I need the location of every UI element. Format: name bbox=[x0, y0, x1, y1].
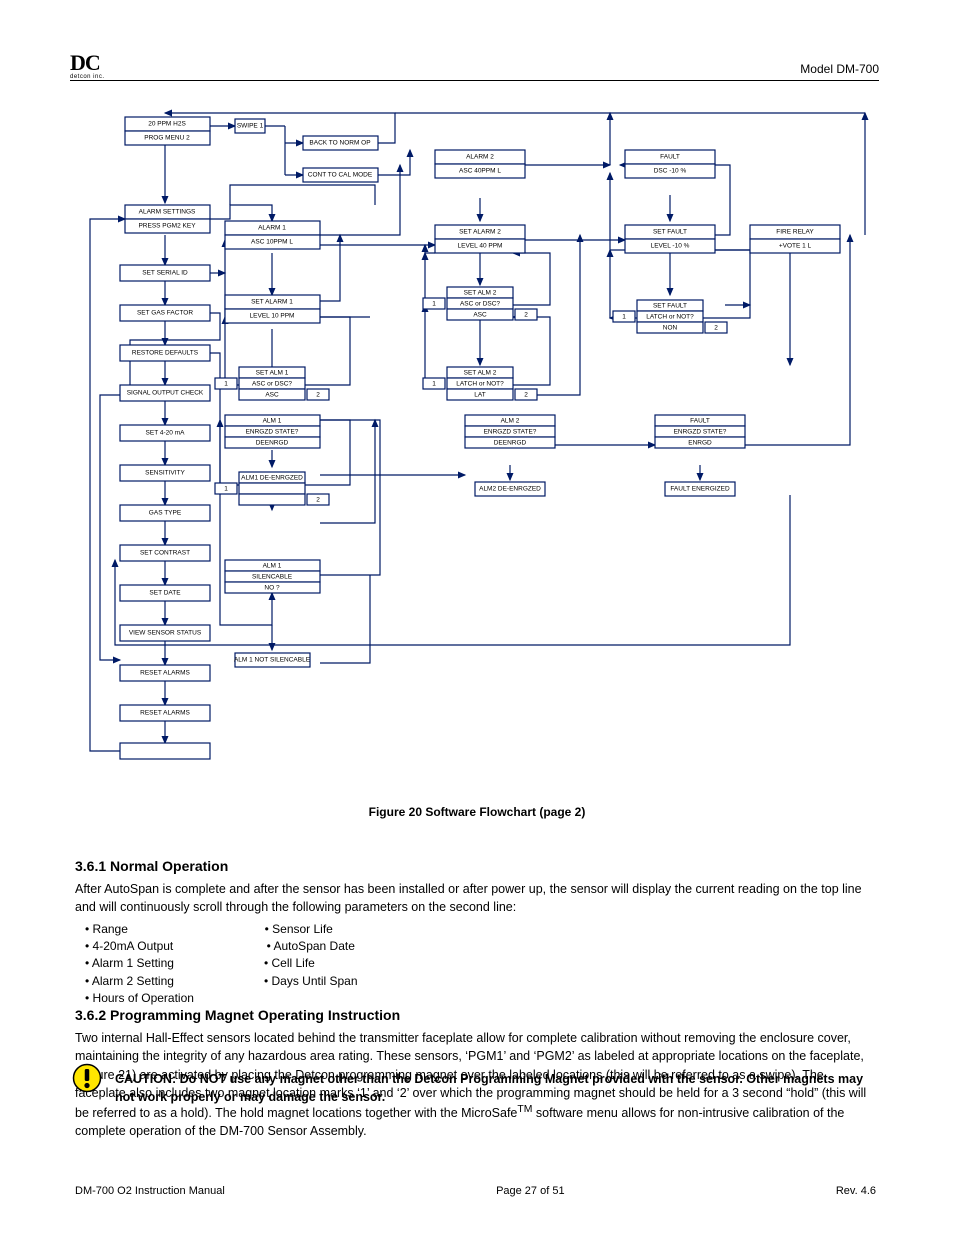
logo: DC detcon inc. bbox=[70, 50, 105, 80]
section-heading-magnet: 3.6.2 Programming Magnet Operating Instr… bbox=[75, 1005, 876, 1025]
svg-text:SET FAULT: SET FAULT bbox=[653, 303, 687, 310]
svg-text:1: 1 bbox=[224, 486, 228, 493]
svg-text:SET GAS FACTOR: SET GAS FACTOR bbox=[137, 310, 193, 317]
svg-text:RESET ALARMS: RESET ALARMS bbox=[140, 710, 190, 717]
svg-text:DSC -10 %: DSC -10 % bbox=[654, 168, 687, 175]
svg-text:SET ALM 2: SET ALM 2 bbox=[464, 370, 497, 377]
svg-text:1: 1 bbox=[224, 381, 228, 388]
page-footer: DM-700 O2 Instruction Manual Page 27 of … bbox=[75, 1185, 876, 1197]
svg-text:20 PPM H2S: 20 PPM H2S bbox=[148, 121, 186, 128]
section-heading-normal-operation: 3.6.1 Normal Operation bbox=[75, 856, 876, 876]
svg-text:LEVEL 40 PPM: LEVEL 40 PPM bbox=[458, 243, 503, 250]
svg-text:ASC 40PPM L: ASC 40PPM L bbox=[459, 168, 501, 175]
svg-text:FAULT: FAULT bbox=[690, 418, 710, 425]
svg-text:ENRGZD STATE?: ENRGZD STATE? bbox=[246, 429, 299, 436]
svg-text:SET ALARM 1: SET ALARM 1 bbox=[251, 299, 293, 306]
normal-operation-list: • Range • Sensor Life • 4-20mA Output • … bbox=[75, 921, 876, 1008]
svg-text:2: 2 bbox=[524, 312, 528, 319]
svg-text:FIRE RELAY: FIRE RELAY bbox=[776, 229, 814, 236]
svg-text:SET ALM 2: SET ALM 2 bbox=[464, 290, 497, 297]
svg-text:ENRGD: ENRGD bbox=[688, 440, 712, 447]
product-name: Model DM-700 bbox=[800, 62, 879, 76]
svg-text:ALARM 1: ALARM 1 bbox=[258, 225, 286, 232]
footer-right: Rev. 4.6 bbox=[836, 1185, 876, 1197]
svg-text:ALARM 2: ALARM 2 bbox=[466, 154, 494, 161]
header-rule bbox=[70, 80, 879, 81]
footer-center: Page 27 of 51 bbox=[496, 1185, 565, 1197]
caution-icon bbox=[72, 1063, 102, 1093]
svg-text:SENSITIVITY: SENSITIVITY bbox=[145, 470, 185, 477]
svg-text:1: 1 bbox=[432, 381, 436, 388]
svg-text:SIGNAL OUTPUT CHECK: SIGNAL OUTPUT CHECK bbox=[127, 390, 204, 397]
svg-text:FAULT ENERGIZED: FAULT ENERGIZED bbox=[670, 486, 730, 493]
caution-text: CAUTION: Do NOT use any magnet other tha… bbox=[115, 1070, 874, 1106]
svg-text:SILENCABLE: SILENCABLE bbox=[252, 574, 293, 581]
svg-text:RESTORE DEFAULTS: RESTORE DEFAULTS bbox=[132, 350, 199, 357]
svg-text:ENRGZD STATE?: ENRGZD STATE? bbox=[484, 429, 537, 436]
svg-text:ASC 10PPM L: ASC 10PPM L bbox=[251, 239, 293, 246]
svg-text:FAULT: FAULT bbox=[660, 154, 680, 161]
svg-text:SET SERIAL ID: SET SERIAL ID bbox=[142, 270, 188, 277]
svg-text:LATCH or NOT?: LATCH or NOT? bbox=[646, 314, 694, 321]
svg-text:LAT: LAT bbox=[474, 392, 485, 399]
svg-text:LEVEL -10 %: LEVEL -10 % bbox=[651, 243, 690, 250]
svg-text:ENRGZD STATE?: ENRGZD STATE? bbox=[674, 429, 727, 436]
svg-text:SET DATE: SET DATE bbox=[149, 590, 181, 597]
svg-text:+VOTE 1 L: +VOTE 1 L bbox=[779, 243, 812, 250]
svg-text:ASC or DSC?: ASC or DSC? bbox=[460, 301, 500, 308]
svg-text:SET ALARM 2: SET ALARM 2 bbox=[459, 229, 501, 236]
flowchart: 20 PPM H2S PROG MENU 2 SWIPE 1 BACK TO N… bbox=[70, 105, 884, 795]
svg-text:ALM1 DE-ENRGZED: ALM1 DE-ENRGZED bbox=[241, 475, 303, 482]
svg-text:BACK TO NORM OP: BACK TO NORM OP bbox=[309, 140, 370, 147]
svg-text:SET ALM 1: SET ALM 1 bbox=[256, 370, 289, 377]
svg-text:SET CONTRAST: SET CONTRAST bbox=[140, 550, 190, 557]
svg-text:SWIPE 1: SWIPE 1 bbox=[237, 123, 264, 130]
svg-text:DEENRGD: DEENRGD bbox=[494, 440, 527, 447]
svg-text:ALM 1 NOT SILENCABLE: ALM 1 NOT SILENCABLE bbox=[234, 657, 311, 664]
svg-text:SET 4-20 mA: SET 4-20 mA bbox=[146, 430, 186, 437]
svg-text:1: 1 bbox=[622, 314, 626, 321]
svg-text:PROG MENU 2: PROG MENU 2 bbox=[144, 135, 190, 142]
svg-text:ALM2 DE-ENRGZED: ALM2 DE-ENRGZED bbox=[479, 486, 541, 493]
svg-text:SET FAULT: SET FAULT bbox=[653, 229, 687, 236]
svg-text:RESET ALARMS: RESET ALARMS bbox=[140, 670, 190, 677]
svg-text:CONT TO CAL MODE: CONT TO CAL MODE bbox=[308, 172, 373, 179]
logo-mark: DC bbox=[70, 50, 100, 75]
figure-caption: Figure 20 Software Flowchart (page 2) bbox=[0, 805, 954, 819]
svg-text:LATCH or NOT?: LATCH or NOT? bbox=[456, 381, 504, 388]
svg-text:ALM 2: ALM 2 bbox=[501, 418, 520, 425]
svg-text:2: 2 bbox=[316, 497, 320, 504]
svg-text:2: 2 bbox=[524, 392, 528, 399]
svg-text:DEENRGD: DEENRGD bbox=[256, 440, 289, 447]
svg-text:NO ?: NO ? bbox=[264, 585, 280, 592]
svg-text:ASC or DSC?: ASC or DSC? bbox=[252, 381, 292, 388]
svg-text:ASC: ASC bbox=[473, 312, 487, 319]
svg-text:VIEW SENSOR STATUS: VIEW SENSOR STATUS bbox=[129, 630, 202, 637]
svg-text:PRESS PGM2 KEY: PRESS PGM2 KEY bbox=[138, 223, 196, 230]
svg-text:2: 2 bbox=[316, 392, 320, 399]
footer-left: DM-700 O2 Instruction Manual bbox=[75, 1185, 225, 1197]
normal-operation-paragraph: After AutoSpan is complete and after the… bbox=[75, 880, 876, 916]
svg-text:ALARM SETTINGS: ALARM SETTINGS bbox=[139, 209, 196, 216]
svg-text:ASC: ASC bbox=[265, 392, 279, 399]
svg-text:ALM 1: ALM 1 bbox=[263, 418, 282, 425]
svg-text:NON: NON bbox=[663, 325, 678, 332]
svg-text:GAS TYPE: GAS TYPE bbox=[149, 510, 182, 517]
svg-text:1: 1 bbox=[432, 301, 436, 308]
svg-text:2: 2 bbox=[714, 325, 718, 332]
svg-text:LEVEL 10 PPM: LEVEL 10 PPM bbox=[250, 313, 295, 320]
svg-text:ALM 1: ALM 1 bbox=[263, 563, 282, 570]
